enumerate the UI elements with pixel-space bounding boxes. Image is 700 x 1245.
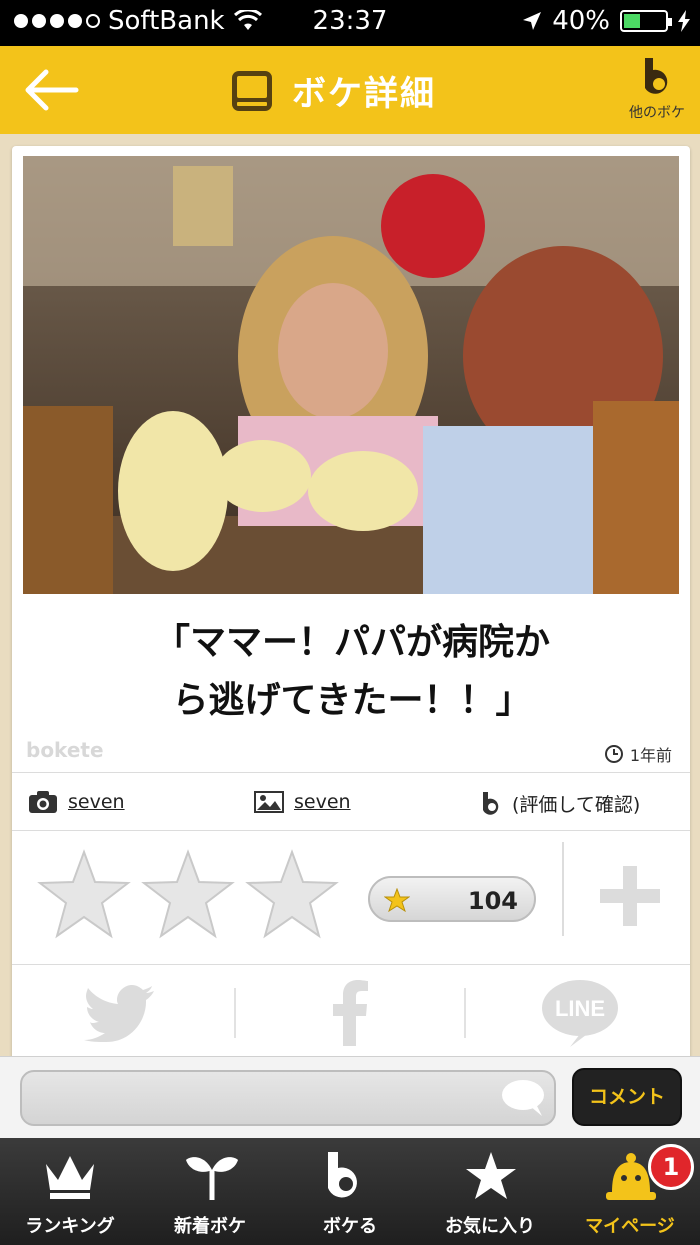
rating-row: 104 [12,832,690,964]
photo-author-name[interactable]: seven [294,791,351,813]
rating-check[interactable]: (評価して確認) [480,790,640,817]
notification-badge: 1 [648,1144,694,1190]
back-arrow-icon[interactable] [22,68,80,112]
photo-credit[interactable]: seven [254,790,351,814]
divider [12,772,690,773]
twitter-icon[interactable] [84,984,156,1042]
camera-icon [29,791,57,813]
share-divider [464,988,466,1038]
nav-header: ボケ詳細 他のボケ [0,46,700,134]
location-arrow-icon [523,12,542,30]
bokete-watermark: bokete [26,738,104,762]
rating-note: (評価して確認) [512,794,641,816]
tab-mypage-label: マイページ [585,1216,675,1237]
line-label: LINE [555,996,605,1021]
tab-favorites-label: お気に入り [445,1216,535,1237]
other-boke-button[interactable]: 他のボケ [622,56,692,122]
share-divider [234,988,236,1038]
star-count-badge: 104 [368,876,536,922]
rate-star-1[interactable] [36,848,132,940]
boke-photo[interactable] [23,156,679,594]
battery-icon [620,10,672,32]
comment-bar: コメント [0,1056,700,1138]
tab-ranking[interactable]: ランキング [0,1138,140,1245]
comment-input[interactable] [20,1070,556,1126]
status-bar: SoftBank 23:37 40% [0,0,700,46]
boke-caption: 「ママー！パパが病院か ら逃げてきたー！！」 [72,614,632,730]
author-name[interactable]: seven [68,791,125,813]
page-title: ボケ詳細 [292,74,436,114]
star-count: 104 [467,887,518,915]
speech-bubble-icon [502,1080,544,1116]
tab-favorites[interactable]: お気に入り [420,1138,560,1245]
rate-star-3[interactable] [244,848,340,940]
divider [12,964,690,965]
other-boke-label: 他のボケ [629,105,685,121]
charging-bolt-icon [678,10,690,32]
divider [12,830,690,831]
boke-card: 「ママー！パパが病院か ら逃げてきたー！！」 bokete 1年前 seven [12,146,690,1066]
post-time: 1年前 [604,742,672,766]
comment-button[interactable]: コメント [572,1068,682,1126]
credits-row: seven seven (評価して確認) [12,774,690,830]
vertical-divider [562,842,564,936]
tab-bokeru-label: ボケる [323,1216,377,1237]
bokete-b-icon [328,1152,357,1198]
caption-line-2: ら逃げてきたー！！」 [172,680,532,721]
tab-new-boke[interactable]: 新着ボケ [140,1138,280,1245]
time-ago-label: 1年前 [629,746,672,765]
tab-bokeru[interactable]: ボケる [280,1138,420,1245]
line-icon[interactable]: LINE [540,978,620,1048]
add-icon[interactable] [598,864,662,928]
tab-ranking-label: ランキング [25,1216,115,1237]
clock-icon [604,745,623,763]
rate-star-2[interactable] [140,848,236,940]
tab-new-boke-label: 新着ボケ [174,1216,246,1237]
tab-bar: ランキング 新着ボケ ボケる お気に入り マイページ [0,1138,700,1245]
bokete-mark-icon [483,791,499,815]
sprout-icon [186,1157,238,1200]
share-row: LINE [12,966,690,1066]
crown-icon [46,1156,94,1199]
detail-icon [232,70,272,111]
author-credit[interactable]: seven [28,790,125,814]
bokete-logo-icon [645,58,668,94]
image-icon [254,791,284,813]
facebook-icon[interactable] [332,980,368,1046]
caption-line-1: 「ママー！パパが病院か [153,622,550,663]
star-icon [384,888,410,912]
battery-percent: 40% [552,6,610,36]
star-icon [466,1152,516,1199]
